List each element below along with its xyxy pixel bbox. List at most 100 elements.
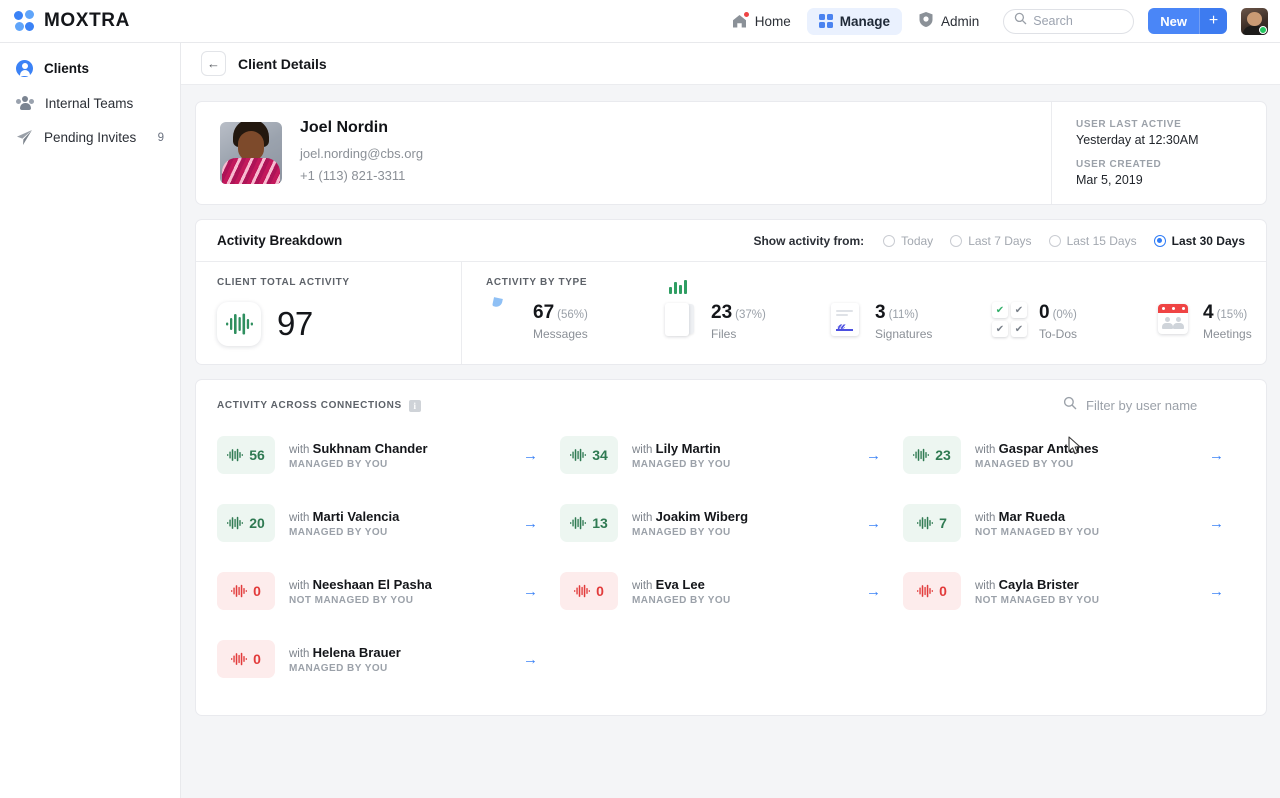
connection-count: 34 [592,447,608,463]
files-pct: (37%) [735,309,766,321]
connection-count-badge: 56 [217,436,275,474]
brand-logo[interactable]: MOXTRA [14,10,130,32]
moxtra-logo-icon [14,10,36,32]
nav-item-manage[interactable]: Manage [807,8,902,35]
connection-row[interactable]: 13with Joakim WibergMANAGED BY YOU→ [560,489,903,557]
sidebar-item-internal-teams[interactable]: Internal Teams [0,86,180,120]
waveform-icon [917,516,933,530]
profile-meta: USER LAST ACTIVE Yesterday at 12:30AM US… [1051,102,1266,204]
radio-last-15-days[interactable]: Last 15 Days [1049,234,1137,248]
search-icon [1063,396,1077,415]
client-phone: +1 (113) 821-3311 [300,165,423,187]
connection-open-arrow[interactable]: → [517,515,544,532]
connection-user-name: Marti Valencia [313,509,400,524]
plus-icon[interactable]: + [1199,8,1227,34]
connection-count: 0 [596,583,604,599]
online-status-indicator [1259,26,1267,34]
activity-breakdown-title: Activity Breakdown [217,233,342,248]
connection-open-arrow[interactable]: → [1203,447,1230,464]
client-profile-card: Joel Nordin joel.nording@cbs.org +1 (113… [195,101,1267,205]
notification-dot [744,12,749,17]
connection-info: with Neeshaan El PashaNOT MANAGED BY YOU [289,577,517,606]
new-button-label: New [1148,8,1199,34]
messages-pct: (56%) [557,309,588,321]
nav-item-admin[interactable]: Admin [906,5,991,37]
connection-open-arrow[interactable]: → [1203,583,1230,600]
connection-name-line: with Joakim Wiberg [632,509,860,524]
radio-dot [883,235,895,247]
filter-by-user-name-input[interactable] [1086,398,1246,413]
with-word: with [289,648,313,660]
connection-open-arrow[interactable]: → [517,583,544,600]
radio-dot-selected [1154,235,1166,247]
page-header: ← Client Details [181,43,1280,85]
radio-today[interactable]: Today [883,234,933,248]
global-search[interactable] [1003,9,1134,34]
connection-row[interactable]: 34with Lily MartinMANAGED BY YOU→ [560,421,903,489]
connection-count-badge: 0 [560,572,618,610]
connection-row[interactable]: 0 with Eva Lee MANAGED BY YOU→ [560,557,903,625]
info-icon[interactable]: i [409,400,421,412]
connection-row[interactable]: 0with Helena BrauerMANAGED BY YOU→ [217,625,560,693]
file-chart-icon [664,302,700,338]
connection-count: 23 [935,447,951,463]
connection-open-arrow[interactable]: → [517,651,544,668]
user-avatar[interactable] [1241,8,1268,35]
connection-name-line: with Gaspar Antunes [975,441,1203,456]
search-input[interactable] [1033,14,1123,28]
calendar-meeting-icon [1156,302,1192,338]
connection-row[interactable]: 0with Cayla BristerNOT MANAGED BY YOU→ [903,557,1246,625]
profile-identity: Joel Nordin joel.nording@cbs.org +1 (113… [196,102,1051,204]
radio-last-7-days[interactable]: Last 7 Days [950,234,1031,248]
connection-info: with Cayla BristerNOT MANAGED BY YOU [975,577,1203,606]
activity-breakdown-card: Activity Breakdown Show activity from: T… [195,219,1267,365]
nav-item-home[interactable]: Home [719,7,803,35]
activity-by-type: ACTIVITY BY TYPE 67(56%) Messages [462,262,1266,364]
connection-open-arrow[interactable]: → [1203,515,1230,532]
connection-row[interactable]: 7with Mar RuedaNOT MANAGED BY YOU→ [903,489,1246,557]
connection-info: with Marti ValenciaMANAGED BY YOU [289,509,517,538]
connection-open-arrow[interactable]: → [517,447,544,464]
new-button[interactable]: New + [1148,8,1227,34]
connection-managed-status: MANAGED BY YOU [632,595,860,606]
connection-open-arrow[interactable]: → [860,515,887,532]
connection-user-name: Joakim Wiberg [656,509,748,524]
connection-row[interactable]: 56with Sukhnam ChanderMANAGED BY YOU→ [217,421,560,489]
todos-label: To-Dos [1039,327,1077,341]
connection-open-arrow[interactable]: → [860,447,887,464]
files-count: 23 [711,302,732,323]
connection-name-line: with Eva Lee [632,577,860,592]
search-icon [1014,12,1027,30]
connection-managed-status: MANAGED BY YOU [289,459,517,470]
nav-label-manage: Manage [840,14,890,29]
waveform-icon [574,584,590,598]
connection-managed-status: MANAGED BY YOU [289,663,517,674]
connection-managed-status: MANAGED BY YOU [289,527,517,538]
radio-dot [1049,235,1061,247]
client-total-activity: CLIENT TOTAL ACTIVITY [196,262,462,364]
connection-user-name: Cayla Brister [999,577,1079,592]
activity-breakdown-header: Activity Breakdown Show activity from: T… [196,220,1266,262]
connection-row[interactable]: 0with Neeshaan El PashaNOT MANAGED BY YO… [217,557,560,625]
sidebar-item-clients[interactable]: Clients [0,51,180,86]
sidebar-item-pending-invites[interactable]: Pending Invites 9 [0,120,180,155]
connection-count-badge: 34 [560,436,618,474]
connection-managed-status: NOT MANAGED BY YOU [289,595,517,606]
type-todos: ✔✔✔✔ 0(0%) To-Dos [992,302,1156,341]
connection-count-badge: 0 [217,640,275,678]
top-bar: MOXTRA Home Manage Admin New [0,0,1280,43]
todo-checkboxes-icon: ✔✔✔✔ [992,302,1028,338]
connections-filter[interactable] [1063,396,1246,415]
radio-label-last-30-days: Last 30 Days [1172,234,1245,248]
connection-user-name: Eva Lee [656,577,705,592]
connection-row[interactable]: 20with Marti ValenciaMANAGED BY YOU→ [217,489,560,557]
type-signatures: 𝓾 3(11%) Signatures [828,302,992,341]
waveform-icon [227,516,243,530]
radio-label-last-15-days: Last 15 Days [1067,234,1137,248]
waveform-icon [217,302,261,346]
connection-count: 56 [249,447,265,463]
back-button[interactable]: ← [201,51,226,76]
radio-last-30-days[interactable]: Last 30 Days [1154,234,1245,248]
connection-open-arrow[interactable]: → [860,583,887,600]
created-value: Mar 5, 2019 [1076,173,1266,187]
